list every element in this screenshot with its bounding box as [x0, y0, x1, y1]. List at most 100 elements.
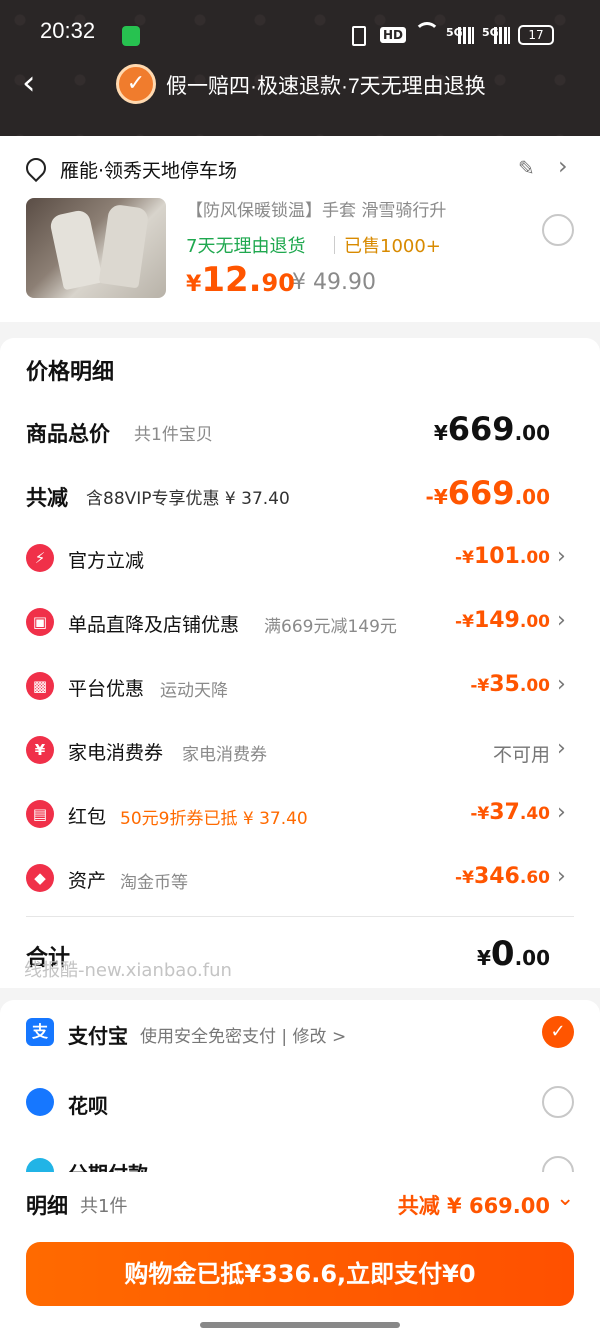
order-card: 雁能·领秀天地停车场 ✎ › 【防风保暖锁温】手套 滑雪骑行升 7天无理由退货 …: [0, 136, 600, 322]
discount-label: 单品直降及店铺优惠: [68, 614, 240, 636]
footer-reduce-total[interactable]: 共减 ¥ 669.00: [398, 1190, 550, 1220]
vibrate-icon: [352, 26, 366, 46]
watermark-text: 线报酷-new.xianbao.fun: [24, 960, 232, 981]
product-thumbnail[interactable]: [26, 198, 166, 298]
chevron-right-icon: ›: [557, 864, 566, 889]
total-decimal: .00: [514, 421, 550, 445]
discount-row-redpacket[interactable]: ▤ 红包 50元9折券已抵 ¥ 37.40 -¥37.40 ›: [0, 782, 600, 846]
discount-decimal: .60: [519, 868, 550, 888]
footer-detail-label[interactable]: 明细: [26, 1190, 68, 1220]
price-currency: ¥: [186, 272, 202, 297]
signal-bars-icon-b: [494, 27, 510, 44]
total-label: 商品总价: [26, 422, 110, 446]
original-price: ¥ 49.90: [292, 270, 376, 295]
discount-currency: -¥: [455, 868, 474, 888]
shield-badge-icon: ✓: [116, 64, 156, 104]
checkout-footer: 明细 共1件 共减 ¥ 669.00 ⌄ 购物金已抵¥336.6,立即支付¥0: [0, 1172, 600, 1341]
discount-row-official[interactable]: ⚡ 官方立减 -¥101.00 ›: [0, 526, 600, 590]
discount-currency: -¥: [455, 612, 474, 632]
installment-radio[interactable]: [542, 1156, 574, 1172]
unavailable-text: 不可用: [492, 744, 550, 766]
reduce-currency: -¥: [425, 485, 448, 509]
discount-sub: 家电消费券: [182, 745, 267, 765]
discount-row-assets[interactable]: ◆ 资产 淘金币等 -¥346.60 ›: [0, 846, 600, 910]
discount-row-platform[interactable]: ▩ 平台优惠 运动天降 -¥35.00 ›: [0, 654, 600, 718]
discount-currency: -¥: [455, 548, 474, 568]
sum-decimal: .00: [514, 946, 550, 970]
product-select-radio[interactable]: [542, 214, 574, 246]
reduce-sub: 含88VIP专享优惠 ¥ 37.40: [86, 489, 290, 509]
checkmark-selected-icon[interactable]: ✓: [542, 1016, 574, 1048]
price-integer: 12.: [201, 260, 262, 300]
chevron-right-icon: ›: [557, 672, 566, 697]
discount-decimal: .00: [519, 612, 550, 632]
price-detail-card: 价格明细 商品总价 共1件宝贝 ¥669.00 共减 含88VIP专享优惠 ¥ …: [0, 338, 600, 988]
discount-row-store[interactable]: ▣ 单品直降及店铺优惠 满669元减149元 -¥149.00 ›: [0, 590, 600, 654]
yuan-voucher-icon: ¥: [26, 736, 54, 764]
payment-huabei[interactable]: 花呗: [0, 1070, 600, 1134]
discount-label: 资产: [68, 870, 107, 892]
price-decimal: 90: [261, 269, 295, 297]
alipay-sub[interactable]: 使用安全免密支付 | 修改 >: [140, 1022, 346, 1047]
divider: [26, 916, 574, 917]
discount-integer: 35: [489, 672, 520, 697]
alipay-icon: 支: [26, 1018, 54, 1046]
discount-decimal: .00: [519, 548, 550, 568]
price-detail-heading: 价格明细: [26, 360, 115, 385]
discount-value: -¥101.00: [455, 544, 550, 569]
chevron-right-icon: ›: [557, 736, 566, 761]
payment-alipay[interactable]: 支 支付宝 使用安全免密支付 | 修改 > ✓: [0, 1000, 600, 1064]
discount-value: -¥149.00: [455, 608, 550, 633]
store-icon: ▣: [26, 608, 54, 636]
total-integer: 669: [447, 410, 515, 448]
footer-detail-count: 共1件: [80, 1196, 128, 1217]
total-value: ¥669.00: [434, 410, 550, 448]
discount-integer: 101: [473, 544, 520, 569]
lightning-icon: ⚡: [26, 544, 54, 572]
wifi-icon: [414, 22, 440, 48]
discount-value: -¥346.60: [455, 864, 550, 889]
product-title[interactable]: 【防风保暖锁温】手套 滑雪骑行升: [186, 196, 446, 221]
reduce-decimal: .00: [514, 485, 550, 509]
battery-level: 17: [528, 28, 544, 42]
chevron-right-icon: ›: [557, 544, 566, 569]
reduce-label: 共减: [26, 486, 68, 510]
product-price: ¥12.90: [186, 260, 295, 300]
huabei-label: 花呗: [68, 1094, 108, 1118]
discount-value: -¥35.00: [470, 672, 550, 697]
address-chevron-icon[interactable]: ›: [558, 152, 568, 180]
discount-label: 家电消费券: [68, 742, 164, 764]
huabei-radio[interactable]: [542, 1086, 574, 1118]
ticket-icon: ▩: [26, 672, 54, 700]
signal-bars-icon-a: [458, 27, 474, 44]
battery-saver-icon: [122, 26, 140, 46]
payment-installment[interactable]: 分期付款: [0, 1150, 600, 1172]
discount-row-appliance[interactable]: ¥ 家电消费券 家电消费券 不可用 ›: [0, 718, 600, 782]
edit-pencil-icon[interactable]: ✎: [518, 156, 535, 180]
top-header: 20:32 HD 5G 5G 17 ‹ ✓ 假一赔四·极速退款·7天无理由退换: [0, 0, 600, 136]
pay-button[interactable]: 购物金已抵¥336.6,立即支付¥0: [26, 1242, 574, 1306]
red-packet-icon: ▤: [26, 800, 54, 828]
pay-button-label: 购物金已抵¥336.6,立即支付¥0: [124, 1260, 476, 1288]
reduce-integer: 669: [447, 474, 515, 512]
sum-integer: 0: [490, 934, 515, 974]
back-arrow-icon[interactable]: ‹: [22, 66, 36, 100]
return-policy-tag: 7天无理由退货: [186, 236, 306, 257]
location-pin-icon: [21, 153, 51, 183]
chevron-right-icon: ›: [557, 800, 566, 825]
discount-sub: 50元9折券已抵 ¥ 37.40: [120, 809, 308, 829]
total-sub: 共1件宝贝: [134, 425, 213, 445]
discount-label: 官方立减: [68, 550, 145, 572]
home-indicator: [200, 1322, 400, 1328]
alipay-label: 支付宝: [68, 1024, 128, 1048]
discount-currency: -¥: [470, 804, 490, 824]
discount-decimal: .00: [519, 676, 550, 696]
expand-chevron-icon[interactable]: ⌄: [556, 1186, 574, 1211]
discount-integer: 149: [473, 608, 520, 633]
chevron-right-icon: ›: [557, 608, 566, 633]
total-currency: ¥: [433, 421, 448, 445]
discount-integer: 37: [489, 800, 520, 825]
address-text[interactable]: 雁能·领秀天地停车场: [60, 156, 237, 183]
discount-label: 红包: [68, 806, 107, 828]
payment-card: 支 支付宝 使用安全免密支付 | 修改 > ✓ 花呗 分期付款: [0, 1000, 600, 1172]
